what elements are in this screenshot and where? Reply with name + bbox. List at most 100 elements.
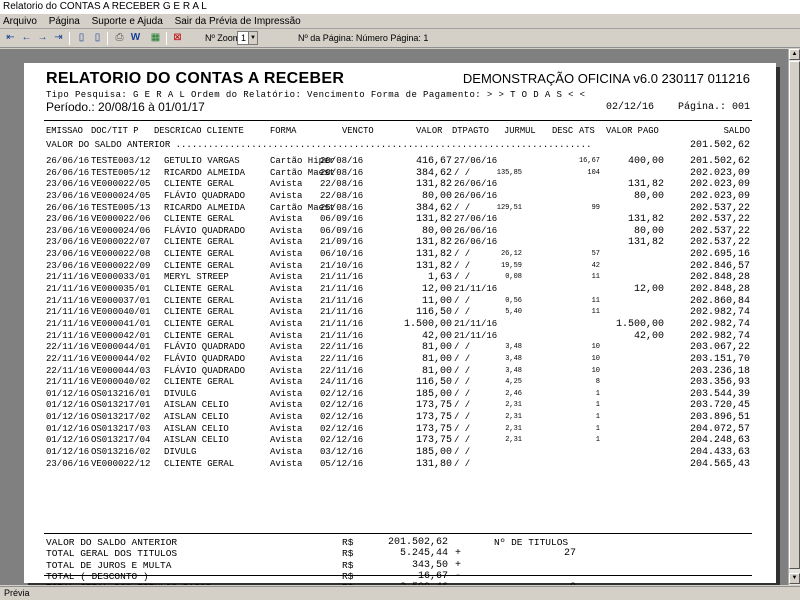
excel-export-icon[interactable]: ▦ bbox=[148, 31, 163, 45]
cell-dtpagto: / / bbox=[454, 202, 471, 213]
cell-valor: 185,00 bbox=[415, 388, 452, 400]
status-bar: Prévia bbox=[0, 586, 800, 600]
report-rows: 26/06/16 TESTE003/12 GETULIO VARGAS Cartão … bbox=[24, 156, 776, 470]
cell-vencto: 22/11/16 bbox=[320, 365, 364, 376]
summary-right: 9 bbox=[570, 582, 576, 585]
cell-saldo: 202.848,28 bbox=[689, 284, 750, 296]
summary-rs: R$ bbox=[342, 537, 354, 548]
cell-valor: 131,82 bbox=[415, 260, 452, 272]
table-row: 21/11/16 VE000033/01 MERYL STREEP Avista 21/… bbox=[24, 272, 776, 284]
cell-jurmul: 2,31 bbox=[505, 424, 522, 433]
cell-dtpagto: 21/11/16 bbox=[454, 330, 498, 341]
cell-dtpagto: / / bbox=[454, 400, 471, 411]
table-row: 21/11/16 VE000040/01 CLIENTE GERAL Avista 21… bbox=[24, 307, 776, 319]
table-row: 21/11/16 VE000035/01 CLIENTE GERAL Avista 21… bbox=[24, 284, 776, 296]
cell-vencto: 22/08/16 bbox=[320, 179, 364, 190]
cell-forma: Avista bbox=[270, 377, 303, 388]
cell-valor-pago: 131,82 bbox=[627, 179, 664, 191]
summary-label: TOTAL GERAL DOS TITULOS PAGOS bbox=[46, 582, 211, 585]
summary-label: TOTAL DE JUROS E MULTA bbox=[46, 559, 172, 571]
cell-valor: 80,00 bbox=[421, 190, 452, 202]
menu-arquivo[interactable]: Arquivo bbox=[3, 16, 37, 27]
cell-vencto: 24/11/16 bbox=[320, 377, 364, 388]
cell-forma: Avista bbox=[270, 284, 303, 295]
summary-label: TOTAL ( DESCONTO ) bbox=[46, 570, 149, 582]
cell-doc-tit: VE000041/01 bbox=[91, 318, 151, 329]
menu-pagina[interactable]: Página bbox=[49, 16, 80, 27]
cell-doc-tit: VE000022/07 bbox=[91, 237, 151, 248]
two-pages-icon[interactable]: ▯ bbox=[90, 31, 105, 45]
cell-cliente: DIVULG bbox=[164, 447, 197, 458]
summary-value: 5.245,44 bbox=[399, 548, 448, 560]
close-preview-icon[interactable]: ⊠ bbox=[170, 31, 185, 45]
printer-icon[interactable]: ⎙ bbox=[112, 31, 127, 45]
cell-desc-ats: 42 bbox=[591, 261, 600, 270]
scroll-down-icon[interactable]: ▼ bbox=[789, 573, 800, 584]
cell-emissao: 26/06/16 bbox=[46, 167, 90, 178]
zoom-select[interactable]: 1 ▼ bbox=[237, 31, 258, 45]
cell-desc-ats: 1 bbox=[595, 436, 600, 445]
cell-jurmul: 4,25 bbox=[505, 378, 522, 387]
next-page-icon[interactable]: → bbox=[35, 31, 50, 45]
col-valor: VALOR bbox=[416, 126, 443, 136]
cell-saldo: 203.896,51 bbox=[689, 412, 750, 424]
cell-valor: 131,82 bbox=[415, 179, 452, 191]
cell-saldo: 204.072,57 bbox=[689, 423, 750, 435]
cell-desc-ats: 11 bbox=[591, 273, 600, 282]
zoom-label: Nº Zoom bbox=[205, 33, 241, 43]
summary-rs: R$ bbox=[342, 570, 354, 582]
first-page-icon[interactable]: ⇤ bbox=[3, 31, 18, 45]
word-export-icon[interactable]: W bbox=[128, 31, 143, 45]
cell-saldo: 202.023,09 bbox=[689, 167, 750, 179]
cell-doc-tit: OS013216/02 bbox=[91, 447, 151, 458]
summary-right: 27 bbox=[563, 548, 576, 560]
cell-saldo: 202.537,22 bbox=[689, 202, 750, 214]
cell-vencto: 06/10/16 bbox=[320, 249, 364, 260]
report-page-number: Página.: 001 bbox=[677, 102, 750, 113]
scroll-up-icon[interactable]: ▲ bbox=[789, 49, 800, 60]
prev-page-icon[interactable]: ← bbox=[19, 31, 34, 45]
summary-plus: + bbox=[455, 559, 462, 571]
menu-sair[interactable]: Sair da Prévia de Impressão bbox=[175, 16, 301, 27]
cell-emissao: 21/11/16 bbox=[46, 318, 90, 329]
cell-saldo: 202.982,74 bbox=[689, 307, 750, 319]
chevron-down-icon[interactable]: ▼ bbox=[248, 32, 257, 44]
cell-valor: 384,62 bbox=[415, 202, 452, 214]
table-row: 01/12/16 OS013216/01 DIVULG Avista 02/12/16 1… bbox=[24, 389, 776, 401]
single-page-icon[interactable]: ▯ bbox=[74, 31, 89, 45]
cell-cliente: CLIENTE GERAL bbox=[164, 377, 235, 388]
cell-doc-tit: VE000040/01 bbox=[91, 307, 151, 318]
cell-dtpagto: 27/06/16 bbox=[454, 156, 498, 166]
cell-vencto: 02/12/16 bbox=[320, 400, 364, 411]
cell-vencto: 21/11/16 bbox=[320, 295, 364, 306]
cell-saldo: 204.433,63 bbox=[689, 447, 750, 459]
table-row: 26/06/16 TESTE005/13 RICARDO ALMEIDA Cartão… bbox=[24, 203, 776, 215]
menu-suporte[interactable]: Suporte e Ajuda bbox=[92, 16, 163, 27]
cell-cliente: AISLAN CELIO bbox=[164, 400, 229, 411]
cell-saldo: 202.537,22 bbox=[689, 214, 750, 226]
summary-label: VALOR DO SALDO ANTERIOR bbox=[46, 537, 178, 548]
cell-emissao: 23/06/16 bbox=[46, 214, 90, 225]
cell-cliente: RICARDO ALMEIDA bbox=[164, 167, 246, 178]
cell-jurmul: 3,48 bbox=[505, 366, 522, 375]
table-row: 22/11/16 VE000044/03 FLÁVIO QUADRADO Avista… bbox=[24, 366, 776, 378]
cell-saldo: 203.067,22 bbox=[689, 342, 750, 354]
last-page-icon[interactable]: ⇥ bbox=[51, 31, 66, 45]
cell-emissao: 01/12/16 bbox=[46, 412, 90, 423]
footer-divider bbox=[44, 575, 752, 576]
cell-doc-tit: VE000033/01 bbox=[91, 272, 151, 283]
cell-doc-tit: TESTE005/13 bbox=[91, 202, 151, 213]
table-row: 21/11/16 VE000037/01 CLIENTE GERAL Avista 21… bbox=[24, 296, 776, 308]
cell-valor: 173,75 bbox=[415, 400, 452, 412]
cell-valor: 131,82 bbox=[415, 214, 452, 226]
cell-emissao: 01/12/16 bbox=[46, 400, 90, 411]
cell-saldo: 202.537,22 bbox=[689, 225, 750, 237]
vertical-scrollbar[interactable]: ▲ ▼ bbox=[788, 49, 800, 585]
table-row: 26/06/16 TESTE003/12 GETULIO VARGAS Cartão … bbox=[24, 156, 776, 168]
cell-valor-pago: 1.500,00 bbox=[615, 318, 664, 330]
cell-vencto: 06/09/16 bbox=[320, 225, 364, 236]
cell-valor: 80,00 bbox=[421, 225, 452, 237]
scroll-thumb[interactable] bbox=[789, 61, 800, 569]
cell-cliente: DIVULG bbox=[164, 388, 197, 399]
table-row: 23/06/16 VE000022/07 CLIENTE GERAL Avista 21… bbox=[24, 237, 776, 249]
